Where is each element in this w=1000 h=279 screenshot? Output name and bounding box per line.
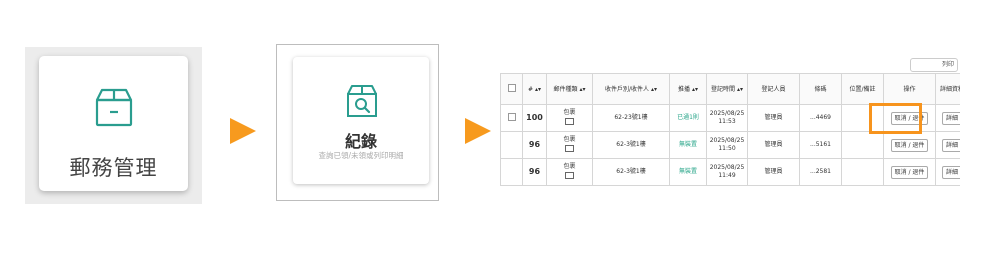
recipient: 62-3號1樓 [592, 158, 670, 186]
register-time: 11:49 [718, 172, 736, 179]
row-number: 100 [522, 104, 547, 132]
mail-type: 包裹 [563, 108, 576, 116]
staff: 管理員 [747, 158, 800, 186]
detail-button[interactable]: 詳細 [941, 138, 960, 152]
recipient: 62-23號1樓 [592, 104, 670, 132]
register-time: 11:53 [718, 118, 736, 125]
column-header: 詳細資料 [935, 73, 960, 105]
register-date: 2025/08/25 [709, 164, 745, 171]
select-all-checkbox[interactable] [507, 83, 516, 92]
column-header: 操作 [883, 73, 936, 105]
barcode: ...2581 [799, 158, 842, 186]
records-subtitle: 查詢已領/未領或列印明細 [318, 151, 404, 160]
barcode: ...4469 [799, 104, 842, 132]
records-title: 紀錄 [344, 132, 377, 151]
arrow-right-icon [465, 118, 491, 144]
step2-panel: 紀錄 查詢已領/未領或列印明細 [276, 44, 439, 201]
staff: 管理員 [747, 131, 800, 159]
box-icon [95, 88, 133, 127]
arrow-right-icon [230, 118, 256, 144]
row-number: 96 [522, 131, 547, 159]
column-header: 位置/備註 [841, 73, 884, 105]
register-date: 2025/08/25 [709, 137, 745, 144]
image-icon[interactable] [565, 117, 574, 125]
column-header: 登記人員 [747, 73, 800, 105]
table-row: 96 包裹 62-3號1樓 無裝置 2025/08/25 11:49 管理員 ..… [500, 158, 960, 186]
table-header-row: # ▴▾ 郵件種類 ▴▾ 收件戶別/收件人 ▴▾ 推播 ▴▾ 登記時間 ▴▾ 登… [500, 73, 960, 105]
column-header[interactable]: 登記時間 ▴▾ [706, 73, 748, 105]
step1-panel: 郵務管理 [25, 47, 202, 204]
records-card[interactable]: 紀錄 查詢已領/未領或列印明細 [293, 57, 429, 184]
column-header[interactable]: 郵件種類 ▴▾ [546, 73, 593, 105]
print-label: 列印 [941, 61, 954, 68]
location [841, 158, 884, 186]
row-number: 96 [522, 158, 547, 186]
cancel-return-button[interactable]: 取消 / 退件 [890, 165, 929, 179]
select-all-header[interactable] [500, 73, 523, 105]
location [841, 131, 884, 159]
table-row: 96 包裹 62-3號1樓 無裝置 2025/08/25 11:50 管理員 ..… [500, 131, 960, 159]
mail-type: 包裹 [563, 135, 576, 143]
image-icon[interactable] [565, 144, 574, 152]
records-table-panel: 列印 # ▴▾ 郵件種類 ▴▾ 收件戶別/收件人 ▴▾ 推播 ▴▾ 登記時間 ▴… [500, 58, 960, 193]
box-search-icon [347, 85, 377, 117]
cancel-return-button[interactable]: 取消 / 退件 [890, 138, 929, 152]
column-header[interactable]: 收件戶別/收件人 ▴▾ [592, 73, 670, 105]
column-header[interactable]: # ▴▾ [522, 73, 547, 105]
register-date: 2025/08/25 [709, 110, 745, 117]
row-checkbox[interactable] [507, 112, 516, 121]
push-status: 無裝置 [669, 158, 707, 186]
detail-button[interactable]: 詳細 [941, 165, 960, 179]
image-icon[interactable] [565, 171, 574, 179]
action-highlight [869, 103, 922, 134]
push-status: 已通1則 [669, 104, 707, 132]
print-button[interactable]: 列印 [910, 58, 958, 72]
push-status: 無裝置 [669, 131, 707, 159]
postal-management-card[interactable]: 郵務管理 [39, 56, 188, 191]
postal-management-title: 郵務管理 [69, 156, 158, 180]
barcode: ...5161 [799, 131, 842, 159]
column-header: 條碼 [799, 73, 842, 105]
staff: 管理員 [747, 104, 800, 132]
detail-button[interactable]: 詳細 [941, 111, 960, 125]
mail-type: 包裹 [563, 162, 576, 170]
column-header[interactable]: 推播 ▴▾ [669, 73, 707, 105]
recipient: 62-3號1樓 [592, 131, 670, 159]
register-time: 11:50 [718, 145, 736, 152]
